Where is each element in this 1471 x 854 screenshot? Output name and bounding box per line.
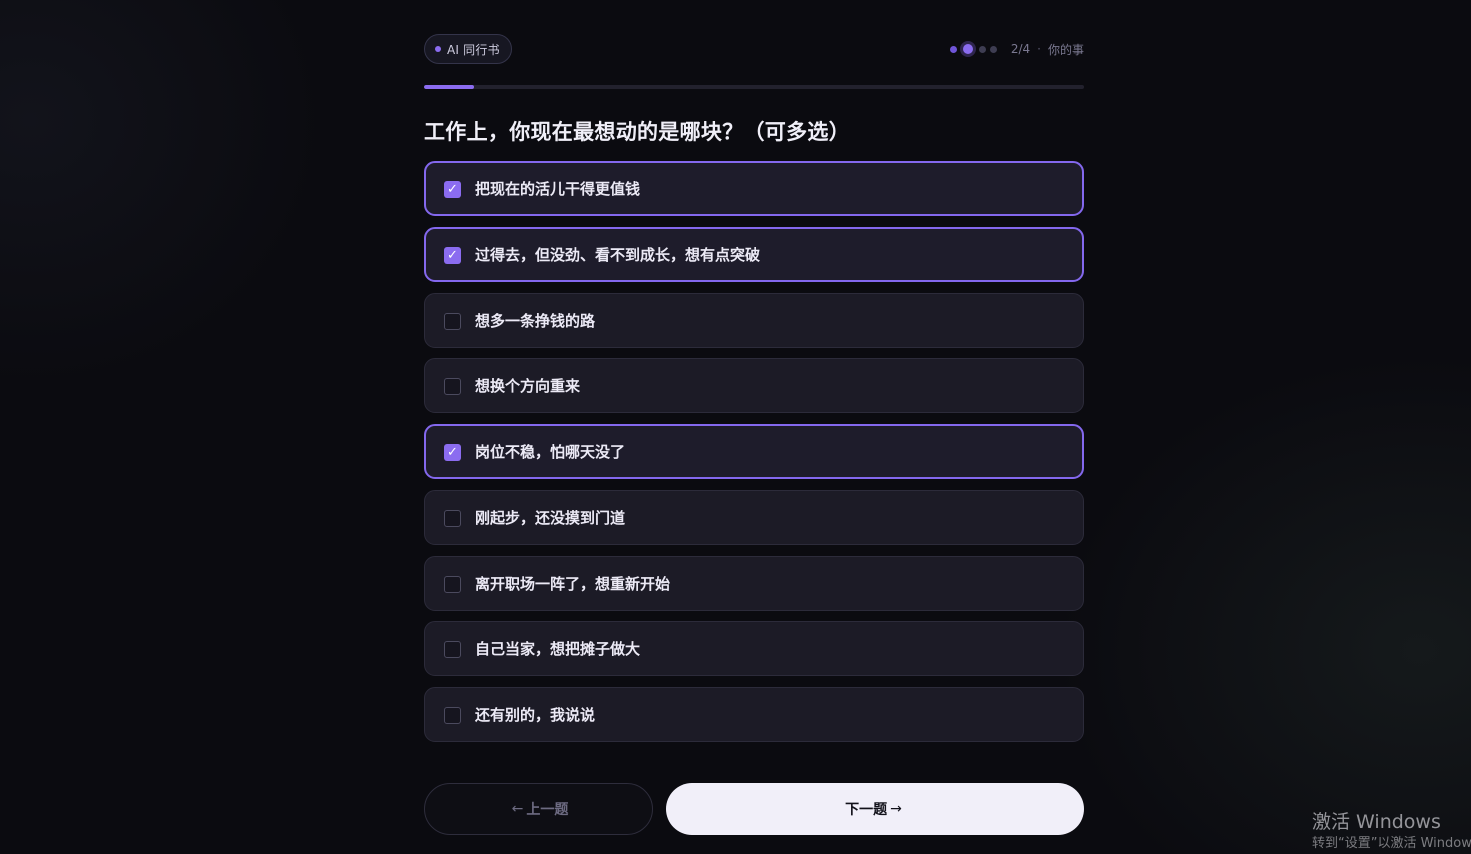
option-checkbox[interactable]: ✓ bbox=[444, 181, 461, 198]
option-label: 想多一条挣钱的路 bbox=[475, 311, 596, 330]
section-name: 你的事 bbox=[1047, 42, 1084, 57]
step-dot-icon bbox=[978, 45, 986, 53]
option-label: 还有别的，我说说 bbox=[475, 706, 596, 724]
brand-badge: AI 同行书 bbox=[424, 34, 512, 64]
option-item[interactable]: ✓ 岗位不稳，怕哪天没了 bbox=[424, 424, 1084, 479]
option-item[interactable]: ✓ 过得去，但没劲、看不到成长，想有点突破 bbox=[424, 226, 1084, 282]
step-dot-current-icon bbox=[962, 44, 973, 54]
watermark-subtitle: 转到“设置”以激活 Windows。 bbox=[1312, 836, 1471, 851]
arrow-left-icon: ← bbox=[511, 801, 524, 817]
questionnaire-page: AI 同行书 2/4 · 你的事 工作上，你现在最想动的是哪块？（可多选） ✓ 把… bbox=[424, 0, 1084, 854]
arrow-right-icon: → bbox=[890, 801, 902, 817]
windows-activation-watermark: 激活 Windows 转到“设置”以激活 Windows。 bbox=[1312, 810, 1471, 854]
brand-dot-icon bbox=[435, 46, 441, 52]
progress-bar bbox=[424, 85, 1084, 89]
option-label: 自己当家，想把摊子做大 bbox=[475, 640, 641, 659]
option-item[interactable]: ✓ 还有别的，我说说 bbox=[424, 687, 1084, 742]
option-checkbox[interactable]: ✓ bbox=[444, 575, 461, 593]
option-item[interactable]: ✓ 自己当家，想把摊子做大 bbox=[424, 621, 1084, 677]
check-icon: ✓ bbox=[447, 182, 458, 197]
option-item[interactable]: ✓ 想换个方向重来 bbox=[424, 358, 1084, 414]
next-button-label: 下一题 bbox=[845, 802, 888, 818]
brand-label: AI 同行书 bbox=[447, 42, 500, 57]
navigation: ← 上一题 下一题 → bbox=[424, 783, 1084, 835]
watermark-title: 激活 Windows bbox=[1312, 811, 1441, 833]
option-checkbox[interactable]: ✓ bbox=[444, 444, 461, 461]
option-label: 过得去，但没劲、看不到成长，想有点突破 bbox=[475, 245, 761, 264]
previous-button-label: 上一题 bbox=[526, 802, 569, 818]
option-item[interactable]: ✓ 离开职场一阵了，想重新开始 bbox=[424, 555, 1084, 611]
check-icon: ✓ bbox=[447, 445, 458, 460]
next-button[interactable]: 下一题 → bbox=[666, 783, 1084, 835]
option-label: 岗位不稳，怕哪天没了 bbox=[475, 443, 626, 461]
option-checkbox[interactable]: ✓ bbox=[444, 378, 461, 396]
progress-bar-fill bbox=[424, 85, 475, 89]
option-checkbox[interactable]: ✓ bbox=[444, 641, 461, 659]
option-checkbox[interactable]: ✓ bbox=[444, 509, 461, 527]
question-title: 工作上，你现在最想动的是哪块？（可多选） bbox=[424, 120, 850, 144]
step-counter: 2/4 bbox=[1010, 42, 1031, 56]
option-item[interactable]: ✓ 把现在的活儿干得更值钱 bbox=[424, 161, 1084, 216]
step-separator: · bbox=[1037, 42, 1041, 56]
option-checkbox[interactable]: ✓ bbox=[444, 312, 461, 330]
previous-button[interactable]: ← 上一题 bbox=[424, 783, 653, 835]
step-dot-icon bbox=[989, 45, 997, 53]
option-label: 离开职场一阵了，想重新开始 bbox=[475, 574, 671, 593]
option-list: ✓ 把现在的活儿干得更值钱 ✓ 过得去，但没劲、看不到成长，想有点突破 ✓ 想多一条挣钱的… bbox=[424, 161, 1084, 753]
option-label: 想换个方向重来 bbox=[475, 377, 581, 396]
option-label: 把现在的活儿干得更值钱 bbox=[475, 180, 641, 198]
step-dots bbox=[949, 44, 1001, 54]
step-indicator: 2/4 · 你的事 bbox=[949, 34, 1084, 64]
option-checkbox[interactable]: ✓ bbox=[444, 246, 461, 264]
top-bar: AI 同行书 2/4 · 你的事 bbox=[424, 34, 1084, 66]
check-icon: ✓ bbox=[447, 247, 458, 263]
step-dot-icon bbox=[949, 45, 957, 53]
option-item[interactable]: ✓ 刚起步，还没摸到门道 bbox=[424, 489, 1084, 545]
option-item[interactable]: ✓ 想多一条挣钱的路 bbox=[424, 292, 1084, 348]
option-label: 刚起步，还没摸到门道 bbox=[475, 508, 626, 527]
option-checkbox[interactable]: ✓ bbox=[444, 707, 461, 724]
